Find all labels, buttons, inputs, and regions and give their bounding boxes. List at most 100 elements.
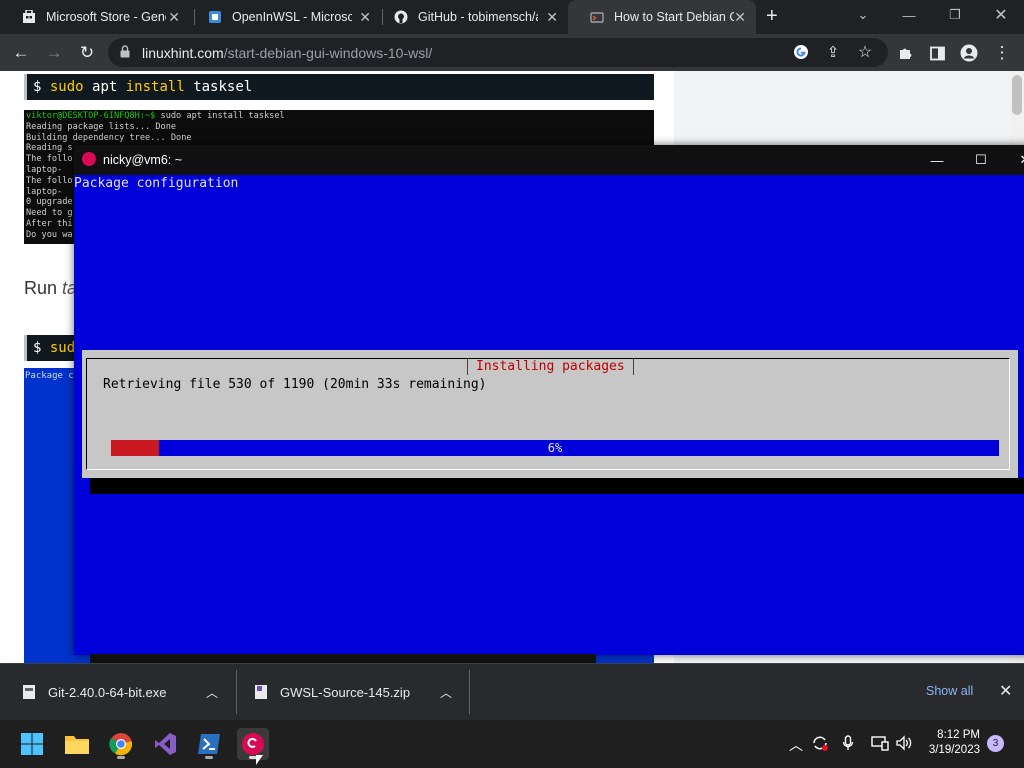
clock-date: 3/19/2023 xyxy=(928,744,980,756)
progress-label: 6% xyxy=(547,441,563,455)
download-separator xyxy=(236,670,237,714)
network-icon[interactable] xyxy=(871,735,889,754)
close-icon[interactable]: ✕ xyxy=(734,9,746,26)
dialog-frame: Installing packages Retrieving file 530 … xyxy=(86,358,1010,470)
dialog-title: Installing packages xyxy=(467,359,634,375)
browser-toolbar: ← → ↻ linuxhint.com/start-debian-gui-win… xyxy=(0,34,1024,71)
dialog-message: Retrieving file 530 of 1190 (20min 33s r… xyxy=(103,377,487,392)
terminal-titlebar[interactable]: nicky@vm6: ~ — ☐ ✕ xyxy=(74,145,1024,175)
url-host: linuxhint.com xyxy=(142,45,224,61)
download-separator xyxy=(469,670,470,714)
microphone-icon[interactable] xyxy=(842,735,854,754)
google-lens-icon[interactable] xyxy=(790,41,812,63)
reload-icon[interactable]: ↻ xyxy=(76,42,98,64)
close-window-icon[interactable]: ✕ xyxy=(978,0,1024,30)
close-icon[interactable]: ✕ xyxy=(168,9,180,26)
show-hidden-icons-chevron-icon[interactable]: ︿ xyxy=(789,735,803,755)
zip-file-icon xyxy=(254,684,268,700)
forward-arrow-icon[interactable]: → xyxy=(43,42,65,64)
cmd-pkg: tasksel xyxy=(184,79,253,95)
terminal-title: nicky@vm6: ~ xyxy=(103,153,183,167)
terminal-maximize-icon[interactable]: ☐ xyxy=(959,145,1003,175)
terminal-prompt-line: viktor@DESKTOP-6INFQ8H:~$ sudo apt insta… xyxy=(26,111,652,122)
close-download-bar-icon[interactable]: ✕ xyxy=(999,681,1012,701)
tab-search-chevron-icon[interactable]: ⌄ xyxy=(840,0,886,30)
microsoft-store-icon xyxy=(22,10,36,24)
openinwsl-icon xyxy=(208,10,222,24)
download-filename: Git-2.40.0-64-bit.exe xyxy=(48,684,167,700)
tab-linuxhint[interactable]: How to Start Debian G ✕ xyxy=(568,0,756,34)
tab-microsoft-store[interactable]: Microsoft Store - Gene ✕ xyxy=(0,0,190,34)
sync-icon[interactable] xyxy=(811,735,829,754)
tab-github[interactable]: GitHub - tobimensch/a ✕ xyxy=(372,0,568,34)
file-explorer-icon[interactable] xyxy=(61,728,93,760)
github-icon xyxy=(394,10,408,24)
kebab-menu-icon[interactable]: ⋮ xyxy=(991,42,1013,64)
close-icon[interactable]: ✕ xyxy=(546,9,558,26)
download-item-gwsl[interactable]: GWSL-Source-145.zip ︿ xyxy=(254,664,466,720)
download-item-git[interactable]: Git-2.40.0-64-bit.exe ︿ xyxy=(22,664,232,720)
restore-icon[interactable]: ❐ xyxy=(932,0,978,30)
chrome-icon[interactable] xyxy=(105,728,137,760)
profile-avatar-icon[interactable] xyxy=(958,42,980,64)
dialog-shadow xyxy=(90,478,1024,494)
notification-badge[interactable]: 3 xyxy=(987,735,1004,752)
visual-studio-icon[interactable] xyxy=(149,728,181,760)
terminal-minimize-icon[interactable]: — xyxy=(915,145,959,175)
debian-terminal-icon[interactable] xyxy=(237,728,269,760)
volume-icon[interactable] xyxy=(895,735,913,754)
tab-openinwsl[interactable]: OpenInWSL - Microsoft ✕ xyxy=(186,0,381,34)
running-indicator xyxy=(205,756,213,759)
terminal-line: Building dependency tree... Done xyxy=(26,132,192,143)
file-icon xyxy=(22,684,36,700)
terminal-command: sudo apt install tasksel xyxy=(155,111,285,121)
cmd-install: install xyxy=(125,79,185,95)
package-configuration-title: Package configuration xyxy=(74,176,239,191)
progress-bar: 6% xyxy=(111,440,999,456)
installing-packages-dialog: Installing packages Retrieving file 530 … xyxy=(82,350,1018,478)
debian-swirl-icon xyxy=(82,152,96,166)
back-arrow-icon[interactable]: ← xyxy=(10,42,32,64)
terminal-line: Reading package lists... Done xyxy=(26,121,177,132)
tab-strip: Microsoft Store - Gene ✕ OpenInWSL - Mic… xyxy=(0,0,1024,34)
side-panel-icon[interactable] xyxy=(926,42,948,64)
minimize-icon[interactable]: — xyxy=(886,0,932,30)
shell-prompt: $ xyxy=(33,79,42,95)
new-tab-button[interactable]: + xyxy=(766,5,778,28)
lock-icon xyxy=(120,45,130,58)
chevron-up-icon[interactable]: ︿ xyxy=(440,684,452,701)
address-bar[interactable]: linuxhint.com/start-debian-gui-windows-1… xyxy=(108,38,888,67)
terminal-close-icon[interactable]: ✕ xyxy=(1003,145,1024,175)
share-icon[interactable]: ⇪ xyxy=(822,41,844,63)
windows-start-icon[interactable] xyxy=(16,728,48,760)
scrollbar-thumb[interactable] xyxy=(1012,75,1022,115)
terminal-prompt: viktor@DESKTOP-6INFQ8H:~$ xyxy=(26,111,156,121)
show-all-button[interactable]: Show all xyxy=(926,684,973,698)
linuxhint-icon xyxy=(590,10,604,24)
cmd-apt: apt xyxy=(83,79,126,95)
taskbar: ︿ 8:12 PM 3/19/2023 3 xyxy=(0,720,1024,768)
extensions-puzzle-icon[interactable] xyxy=(894,42,916,64)
close-icon[interactable]: ✕ xyxy=(359,9,371,26)
terminal-scrollbar[interactable] xyxy=(90,654,596,663)
url-text: linuxhint.com/start-debian-gui-windows-1… xyxy=(142,45,432,61)
system-clock[interactable]: 8:12 PM 3/19/2023 xyxy=(916,728,980,758)
download-bar: Git-2.40.0-64-bit.exe ︿ GWSL-Source-145.… xyxy=(0,663,1024,720)
tab-title: OpenInWSL - Microsoft xyxy=(232,10,352,24)
url-path: /start-debian-gui-windows-10-wsl/ xyxy=(223,45,433,61)
article-paragraph: Run ta xyxy=(24,278,77,299)
clock-time: 8:12 PM xyxy=(937,729,980,741)
tab-title: GitHub - tobimensch/a xyxy=(418,10,538,24)
chevron-up-icon[interactable]: ︿ xyxy=(206,684,218,701)
powershell-icon[interactable] xyxy=(193,728,225,760)
download-filename: GWSL-Source-145.zip xyxy=(280,684,411,700)
run-text: Run xyxy=(24,278,63,298)
debconf-screenshot-text: Package co xyxy=(25,371,80,381)
bookmark-star-icon[interactable]: ☆ xyxy=(854,41,876,63)
tab-title: Microsoft Store - Gene xyxy=(46,10,166,24)
mouse-cursor-icon xyxy=(256,755,263,765)
cmd-sudo: sudo xyxy=(49,79,84,95)
tab-title: How to Start Debian G xyxy=(614,10,734,24)
running-indicator xyxy=(117,756,125,759)
shell-prompt: $ xyxy=(33,340,42,356)
